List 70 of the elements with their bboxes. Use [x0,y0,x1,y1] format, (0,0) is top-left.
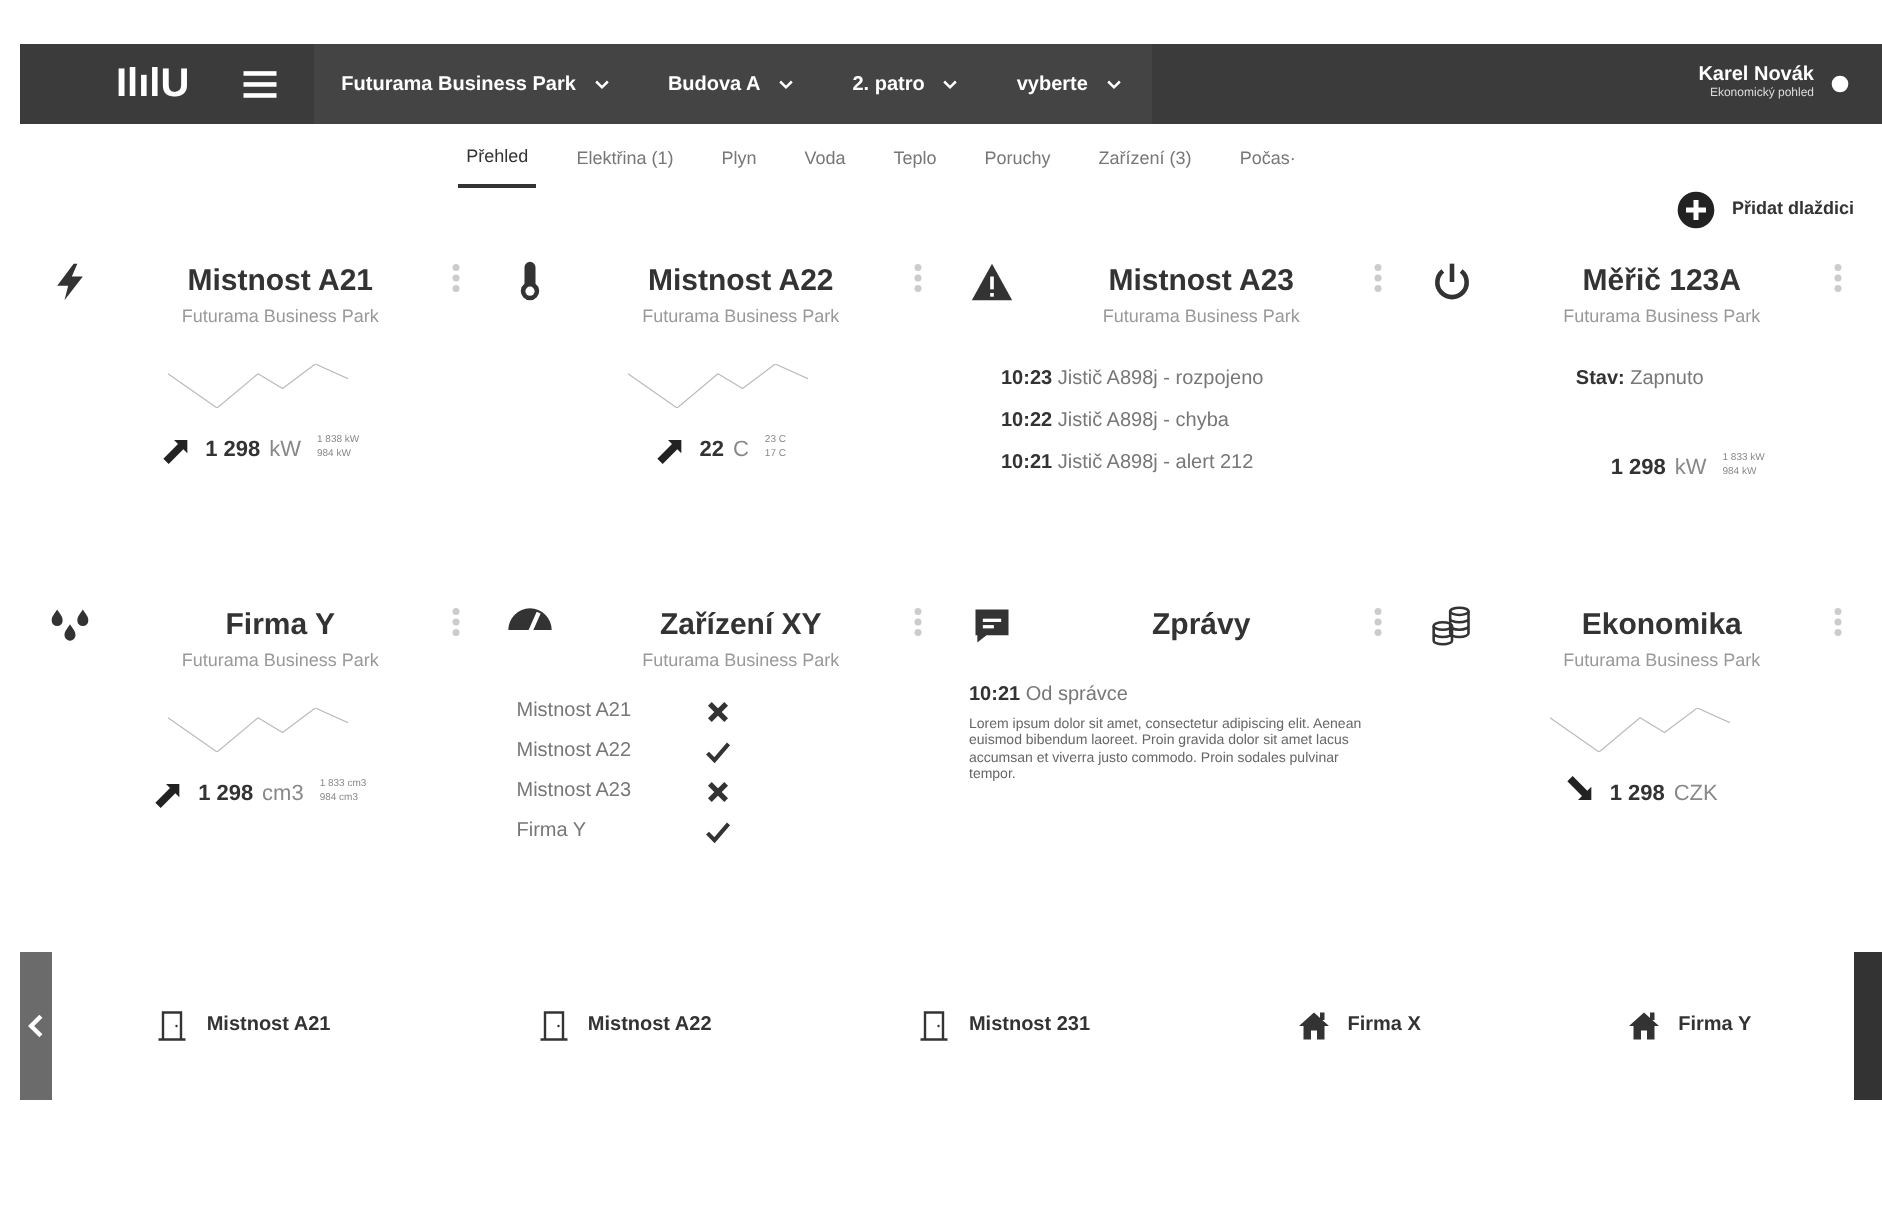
tab[interactable]: Teplo [885,140,945,187]
add-tile-button[interactable]: Přidat dlaždici [1663,187,1866,231]
reading-value: 1 298 kW [1610,453,1707,483]
status-text: Stav: Zapnuto [1573,365,1706,393]
tile-title: Mistnost A23 [1106,261,1297,301]
user-name: Karel Novák [1698,64,1814,86]
favorite-link[interactable]: Mistnost A22 [523,1005,724,1045]
kebab-menu-icon[interactable] [452,263,461,291]
tab[interactable]: Voda [796,140,854,187]
previous-button[interactable] [20,951,52,1099]
reading-value: 1 298 kW [205,435,301,465]
door-icon [535,1007,572,1043]
tab[interactable]: Počas· [1231,140,1304,187]
event-line: 10:23 Jistič A898j - rozpojeno [1001,365,1266,393]
house-icon [1295,1007,1332,1043]
device-name: Mistnost A22 [516,738,634,766]
kebab-menu-icon[interactable] [452,607,461,635]
tile-title: Firma Y [223,605,337,645]
plus-icon [1675,189,1716,229]
tab[interactable]: Přehled [458,140,537,187]
tile-subtitle: Futurama Business Park [1100,304,1302,330]
tile-subtitle: Futurama Business Park [640,648,842,674]
gauge-icon [508,603,553,629]
tile-subtitle: Futurama Business Park [179,304,381,330]
location-dropdown[interactable]: Budova A [655,67,809,101]
tile-subtitle: Futurama Business Park [1561,648,1763,674]
tab[interactable]: Plyn [713,140,765,187]
event-line: 10:21 Jistič A898j - alert 212 [1001,449,1256,477]
kebab-menu-icon[interactable] [1834,607,1842,635]
device-name: Mistnost A23 [516,778,634,806]
device-name: Firma Y [516,818,589,846]
location-dropdown[interactable]: vyberte [1004,67,1136,101]
tile-title: Mistnost A21 [185,261,376,301]
kebab-menu-icon[interactable] [1834,263,1842,291]
tile-subtitle: Futurama Business Park [640,304,842,330]
reading-value: 1 298 cm3 [198,779,304,809]
warning-icon [969,259,1013,303]
kebab-menu-icon[interactable] [1373,263,1382,291]
power-icon [1429,259,1474,303]
device-name: Mistnost A21 [516,698,634,726]
door-icon [154,1007,191,1043]
message-header: 10:21 Od správce [969,682,1130,710]
reading-value: 22 C [699,435,749,465]
location-dropdown[interactable]: Futurama Business Park [329,67,624,101]
kebab-menu-icon[interactable] [913,263,921,291]
tile-title: Měřič 123A [1580,261,1743,301]
reading-value: 1 298 CZK [1609,779,1718,809]
favorite-link[interactable]: Firma Y [1614,1005,1764,1045]
logo[interactable]: IlılU [116,54,190,114]
tab[interactable]: Elektřina (1) [568,140,682,187]
tab[interactable]: Poruchy [976,140,1059,187]
tab[interactable]: Zařízení (3) [1090,140,1200,187]
kebab-menu-icon[interactable] [1373,607,1382,635]
tile-subtitle: Futurama Business Park [1561,304,1763,330]
tile-title: Ekonomika [1579,605,1744,645]
tile-subtitle: Futurama Business Park [179,648,381,674]
door-icon [916,1007,953,1043]
tile-title: Mistnost A22 [645,261,836,301]
coins-icon [1429,603,1474,647]
favorite-link[interactable]: Mistnost A21 [142,1005,343,1045]
kebab-menu-icon[interactable] [913,607,921,635]
favorite-link[interactable]: Mistnost 231 [904,1005,1103,1045]
location-dropdown[interactable]: 2. patro [840,67,973,101]
tile-title: Zařízení XY [657,605,824,645]
chevron-left-icon [28,1013,44,1037]
favorite-link[interactable]: Firma X [1283,1005,1433,1045]
event-line: 10:22 Jistič A898j - chyba [1001,407,1231,435]
status-dot-icon [1830,74,1850,94]
house-icon [1626,1007,1663,1043]
tile-title: Zprávy [1150,605,1253,645]
